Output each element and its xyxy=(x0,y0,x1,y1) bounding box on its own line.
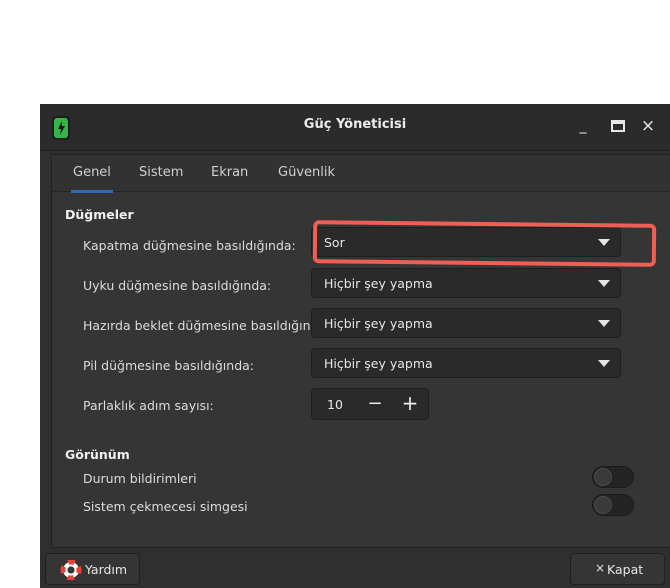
chevron-down-icon xyxy=(598,280,610,287)
tab-bar: Genel Sistem Ekran Güvenlik xyxy=(52,155,670,193)
status-notifications-label: Durum bildirimleri xyxy=(83,471,197,486)
chevron-down-icon xyxy=(598,360,610,367)
hibernate-button-select[interactable]: Hiçbir şey yapma xyxy=(311,308,621,338)
tab-genel[interactable]: Genel xyxy=(71,155,113,193)
sleep-button-select[interactable]: Hiçbir şey yapma xyxy=(311,268,621,298)
brightness-steps-label: Parlaklık adım sayısı: xyxy=(83,398,214,413)
toggle-knob xyxy=(594,496,612,514)
decrement-icon[interactable]: − xyxy=(364,393,386,415)
close-window-icon[interactable]: × xyxy=(638,116,658,136)
tab-guvenlik[interactable]: Güvenlik xyxy=(276,155,337,191)
close-button[interactable]: × Kapat xyxy=(570,553,665,585)
brightness-steps-spinner[interactable]: 10 − + xyxy=(311,388,429,420)
chevron-down-icon xyxy=(598,320,610,327)
battery-button-select[interactable]: Hiçbir şey yapma xyxy=(311,348,621,378)
power-manager-window: Güç Yöneticisi _ × Genel Sistem Ekran Gü… xyxy=(40,104,670,588)
toggle-knob xyxy=(594,468,612,486)
hibernate-button-value: Hiçbir şey yapma xyxy=(324,316,433,331)
minimize-icon[interactable]: _ xyxy=(573,116,593,136)
lifebuoy-icon xyxy=(60,560,82,580)
help-button[interactable]: Yardım xyxy=(45,553,140,585)
tray-icon-toggle[interactable] xyxy=(592,494,634,516)
section-title-buttons: Düğmeler xyxy=(65,207,134,222)
section-title-appearance: Görünüm xyxy=(65,447,130,462)
sleep-button-label: Uyku düğmesine basıldığında: xyxy=(83,278,272,293)
title-bar[interactable]: Güç Yöneticisi _ × xyxy=(40,104,670,151)
close-icon: × xyxy=(595,561,606,575)
tray-icon-label: Sistem çekmecesi simgesi xyxy=(83,499,248,514)
sleep-button-value: Hiçbir şey yapma xyxy=(324,276,433,291)
annotation-highlight-box xyxy=(312,220,657,267)
help-button-label: Yardım xyxy=(85,562,128,577)
tab-ekran[interactable]: Ekran xyxy=(209,155,250,191)
brightness-steps-value[interactable]: 10 xyxy=(327,397,343,412)
status-notifications-toggle[interactable] xyxy=(592,466,634,488)
maximize-icon[interactable] xyxy=(608,116,628,136)
close-button-label: Kapat xyxy=(607,562,644,577)
tab-sistem[interactable]: Sistem xyxy=(137,155,185,191)
battery-button-label: Pil düğmesine basıldığında: xyxy=(83,358,255,373)
increment-icon[interactable]: + xyxy=(399,392,421,414)
power-button-label: Kapatma düğmesine basıldığında: xyxy=(83,238,296,253)
hibernate-button-label: Hazırda beklet düğmesine basıldığında: xyxy=(83,318,331,333)
battery-button-value: Hiçbir şey yapma xyxy=(324,356,433,371)
